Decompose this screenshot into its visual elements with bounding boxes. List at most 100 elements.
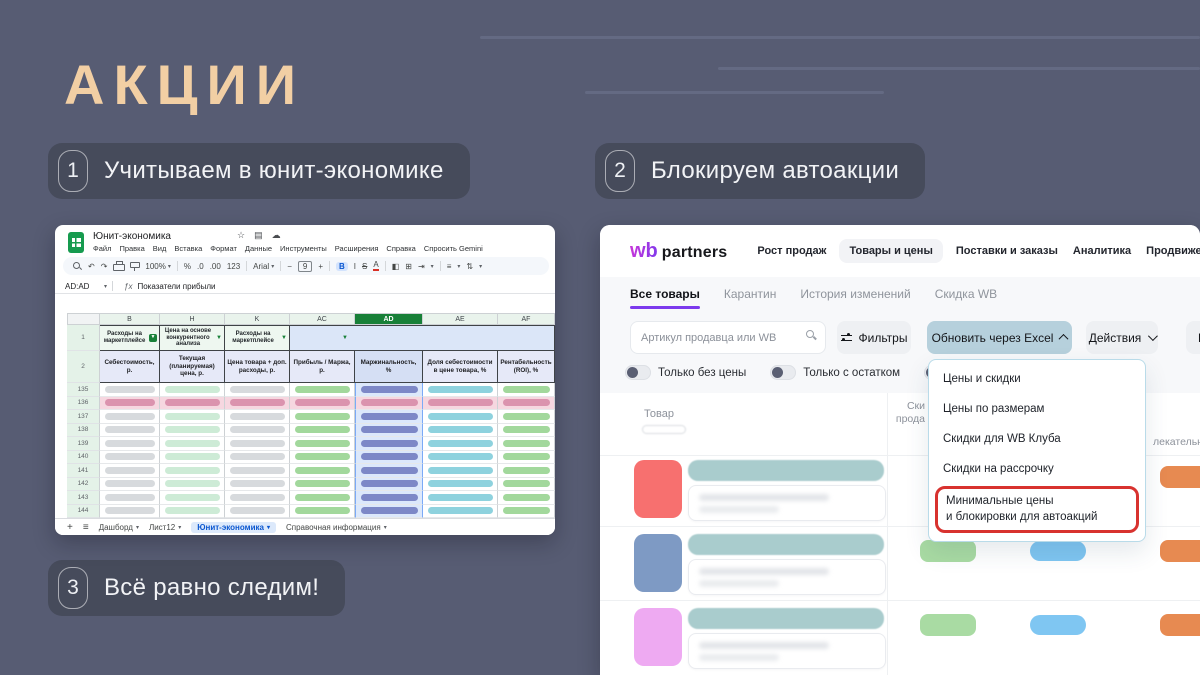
- menu-item[interactable]: Скидки на рассрочку: [929, 454, 1145, 484]
- col-header-K[interactable]: K: [225, 313, 290, 325]
- formula-text[interactable]: Показатели прибыли: [137, 282, 215, 291]
- filter-header-cell[interactable]: Расходы на маркетплейсе▼: [100, 325, 160, 351]
- price-input[interactable]: [688, 559, 886, 595]
- filter-icon[interactable]: ▼: [342, 335, 348, 341]
- menu-item[interactable]: Цены по размерам: [929, 394, 1145, 424]
- nav-item[interactable]: Продвижение: [1144, 239, 1200, 263]
- toggle-switch[interactable]: [770, 365, 796, 380]
- col-header-AE[interactable]: AE: [423, 313, 498, 325]
- dec-dec-button[interactable]: .0: [197, 262, 204, 271]
- dec-inc-button[interactable]: .00: [210, 262, 221, 271]
- metric-header-cell[interactable]: Прибыль / Маржа, р.: [290, 351, 355, 383]
- menu-item[interactable]: Цены и скидки: [929, 364, 1145, 394]
- highlighted-menu-item[interactable]: Минимальные ценыи блокировки для автоакц…: [935, 486, 1139, 533]
- menu-item[interactable]: Правка: [119, 244, 144, 253]
- menu-item[interactable]: Справка: [386, 244, 415, 253]
- row-header[interactable]: 136: [67, 397, 100, 411]
- filter-icon[interactable]: ▼: [149, 334, 157, 342]
- undo-icon[interactable]: ↶: [88, 262, 95, 271]
- price-input[interactable]: [688, 633, 886, 669]
- filter-header-cell[interactable]: Расходы на маркетплейсе▼: [225, 325, 290, 351]
- corner-cell[interactable]: [67, 313, 100, 325]
- row-header[interactable]: 138: [67, 424, 100, 438]
- add-sheet-icon[interactable]: +: [67, 522, 73, 533]
- row-header[interactable]: 135: [67, 383, 100, 397]
- tab[interactable]: Все товары: [630, 287, 700, 309]
- toggle[interactable]: Только с остатком: [770, 365, 900, 380]
- cloud-icon[interactable]: ☁: [272, 230, 281, 241]
- nav-item[interactable]: Аналитика: [1071, 239, 1133, 263]
- filter-icon[interactable]: ▼: [216, 335, 222, 342]
- toggle[interactable]: Только без цены: [625, 365, 746, 380]
- menu-item[interactable]: Скидки для WB Клуба: [929, 424, 1145, 454]
- menu-item[interactable]: Инструменты: [280, 244, 327, 253]
- nav-item[interactable]: Рост продаж: [755, 239, 828, 263]
- fill-color-icon[interactable]: ◧: [392, 262, 400, 271]
- row-header[interactable]: 137: [67, 410, 100, 424]
- filter-icon[interactable]: ▼: [281, 335, 287, 342]
- borders-icon[interactable]: ⊞: [405, 262, 412, 271]
- col-header-H[interactable]: H: [160, 313, 225, 325]
- zoom-select[interactable]: 100%▾: [145, 262, 170, 271]
- paint-format-icon[interactable]: [129, 261, 139, 271]
- sheet-tab[interactable]: Лист12▾: [149, 523, 181, 532]
- row-header[interactable]: 142: [67, 478, 100, 492]
- star-icon[interactable]: ☆: [237, 230, 245, 241]
- wb-logo[interactable]: wb partners: [630, 240, 727, 263]
- metric-header-cell[interactable]: Цена товара + доп. расходы, р.: [225, 351, 290, 383]
- plus-button[interactable]: +: [318, 262, 323, 271]
- search-input[interactable]: [630, 321, 826, 354]
- folder-icon[interactable]: ▤: [254, 230, 263, 241]
- metric-header-cell[interactable]: Рентабельность (ROI), %: [498, 351, 555, 383]
- name-box[interactable]: AD:AD ▾: [65, 282, 107, 291]
- format-123-button[interactable]: 123: [227, 262, 240, 271]
- toggle-switch[interactable]: [625, 365, 651, 380]
- cutoff-button[interactable]: Вс: [1186, 321, 1200, 354]
- menu-item[interactable]: Файл: [93, 244, 111, 253]
- menu-item[interactable]: Данные: [245, 244, 272, 253]
- menu-item[interactable]: Расширения: [335, 244, 379, 253]
- metric-header-cell[interactable]: Маржинальность, %: [355, 351, 423, 383]
- col-header-B[interactable]: B: [100, 313, 160, 325]
- metric-header-cell[interactable]: Доля себестоимости в цене товара, %: [423, 351, 498, 383]
- nav-item[interactable]: Поставки и заказы: [954, 239, 1060, 263]
- col-header-AD[interactable]: AD: [355, 313, 423, 325]
- minus-button[interactable]: −: [287, 262, 292, 271]
- menu-item[interactable]: Вставка: [174, 244, 202, 253]
- tab[interactable]: История изменений: [800, 287, 910, 309]
- tab[interactable]: Карантин: [724, 287, 776, 309]
- percent-button[interactable]: %: [184, 262, 191, 271]
- italic-button[interactable]: I: [354, 262, 356, 271]
- menu-item[interactable]: Вид: [153, 244, 167, 253]
- sheet-tab[interactable]: Юнит-экономика▾: [191, 522, 276, 533]
- metric-header-cell[interactable]: Текущая (планируемая) цена, р.: [160, 351, 225, 383]
- row-header-2[interactable]: 2: [67, 351, 100, 383]
- redo-icon[interactable]: ↷: [101, 262, 108, 271]
- bold-button[interactable]: B: [336, 262, 348, 271]
- nav-item[interactable]: Товары и цены: [839, 239, 942, 263]
- col-header-AF[interactable]: AF: [498, 313, 555, 325]
- font-select[interactable]: Arial▾: [253, 262, 274, 271]
- text-color-button[interactable]: A: [373, 261, 378, 271]
- update-via-excel-button[interactable]: Обновить через Excel: [927, 321, 1072, 354]
- font-size-input[interactable]: 9: [298, 261, 312, 272]
- strikethrough-button[interactable]: S: [362, 262, 367, 271]
- menu-item[interactable]: Спросить Gemini: [424, 244, 483, 253]
- row-header[interactable]: 139: [67, 437, 100, 451]
- selected-range-cell[interactable]: ▼: [290, 325, 555, 351]
- menu-item[interactable]: Формат: [210, 244, 237, 253]
- align-icon[interactable]: ≡: [447, 262, 452, 271]
- valign-icon[interactable]: ⇅: [466, 262, 473, 271]
- row-header[interactable]: 140: [67, 451, 100, 465]
- all-sheets-icon[interactable]: ≡: [83, 522, 89, 533]
- print-icon[interactable]: [113, 261, 123, 271]
- actions-button[interactable]: Действия: [1086, 321, 1158, 354]
- merge-icon[interactable]: ⇥: [418, 262, 425, 271]
- tab[interactable]: Скидка WB: [935, 287, 997, 309]
- row-header[interactable]: 141: [67, 464, 100, 478]
- filter-header-cell[interactable]: Цена на основе конкурентного анализа▼: [160, 325, 225, 351]
- metric-header-cell[interactable]: Себестоимость, р.: [100, 351, 160, 383]
- row-header-1[interactable]: 1: [67, 325, 100, 351]
- search-icon[interactable]: [72, 261, 82, 271]
- price-input[interactable]: [688, 485, 886, 521]
